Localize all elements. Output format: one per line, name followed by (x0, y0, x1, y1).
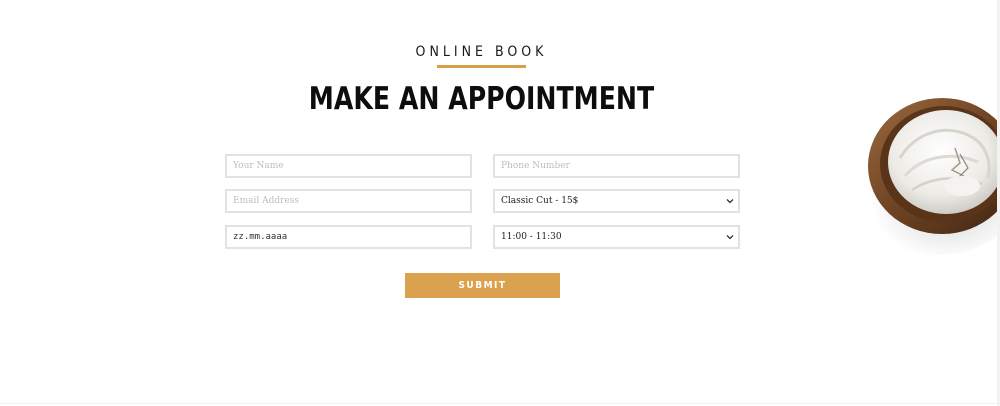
chevron-down-icon (726, 199, 734, 204)
section-title: MAKE AN APPOINTMENT (308, 80, 655, 117)
phone-input[interactable]: Phone Number (493, 154, 740, 178)
section-eyebrow: ONLINE BOOK (415, 44, 548, 60)
service-select-value: Classic Cut - 15$ (501, 196, 579, 206)
section-divider (0, 403, 1000, 404)
phone-placeholder: Phone Number (501, 161, 570, 171)
submit-button[interactable]: SUBMIT (405, 273, 560, 298)
date-input[interactable]: zz.mm.aaaa (225, 225, 472, 249)
chevron-down-icon (726, 235, 734, 240)
service-select[interactable]: Classic Cut - 15$ (493, 189, 740, 213)
date-input-value: zz.mm.aaaa (233, 232, 288, 242)
email-input[interactable]: Email Address (225, 189, 472, 213)
time-select-value: 11:00 - 11:30 (501, 232, 562, 242)
name-input[interactable]: Your Name (225, 154, 472, 178)
email-placeholder: Email Address (233, 196, 299, 206)
name-placeholder: Your Name (233, 161, 284, 171)
time-select[interactable]: 11:00 - 11:30 (493, 225, 740, 249)
towel-bowl-image (862, 98, 1000, 255)
eyebrow-underline (437, 65, 526, 68)
appointment-page: ONLINE BOOK MAKE AN APPOINTMENT Your Nam… (0, 0, 1000, 406)
